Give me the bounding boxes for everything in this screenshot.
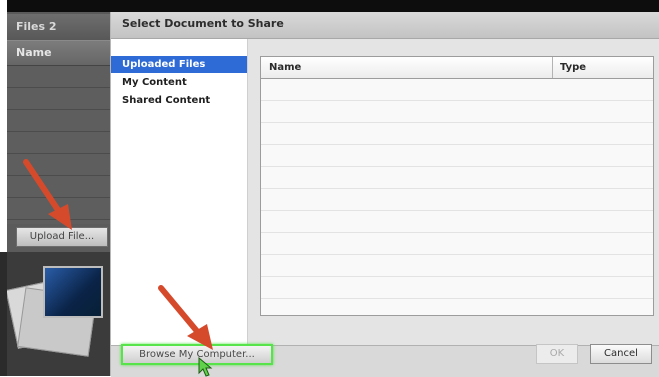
red-arrow-icon [23,159,72,230]
background-top-strip [7,0,659,12]
column-header-name[interactable]: Name [269,57,301,78]
nav-item-uploaded-files[interactable]: Uploaded Files [111,56,247,73]
cancel-button[interactable]: Cancel [590,344,652,364]
monitor-image [43,266,103,318]
files-pod-name-header: Name [16,46,52,59]
ok-button[interactable]: OK [536,344,578,364]
table-body-empty [261,79,653,315]
nav-item-shared-content[interactable]: Shared Content [111,92,247,109]
table-header: Name Type [261,57,653,79]
file-list-pane: Name Type [248,39,659,345]
file-table: Name Type [260,56,654,316]
column-divider[interactable] [552,57,553,78]
column-header-type[interactable]: Type [560,57,586,78]
files-pod-title-bar: Files 2 [7,14,110,40]
red-arrow-icon [158,285,213,350]
dialog-title: Select Document to Share [122,17,284,30]
files-pod-column-header[interactable]: Name [7,40,110,66]
documents-thumbnail [7,252,110,376]
nav-item-my-content[interactable]: My Content [111,74,247,91]
background-edge [0,252,7,376]
dialog-title-bar: Select Document to Share [111,12,659,39]
mouse-cursor-icon [198,357,213,377]
files-pod-title: Files 2 [16,20,57,33]
